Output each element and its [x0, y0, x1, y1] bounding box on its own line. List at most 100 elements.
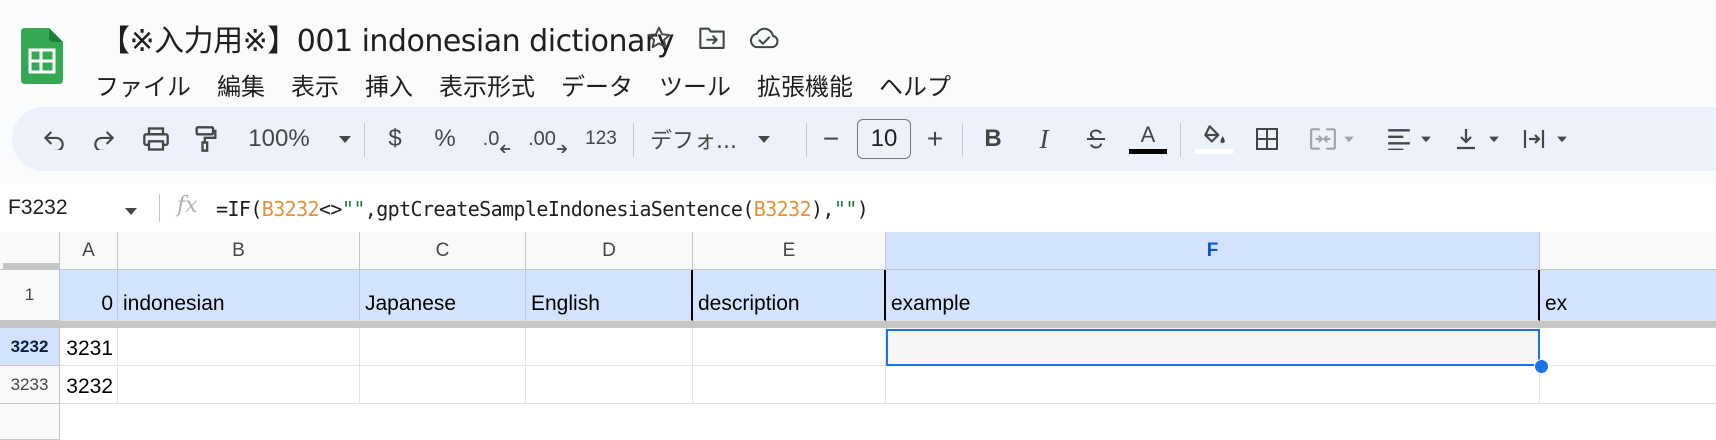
- decrease-font-size-button[interactable]: −: [816, 107, 846, 171]
- column-header-b[interactable]: B: [118, 232, 360, 270]
- undo-icon[interactable]: [38, 107, 70, 171]
- percent-label: %: [434, 125, 456, 152]
- formula-divider: [159, 194, 160, 222]
- cell-b3233[interactable]: [118, 366, 360, 404]
- fill-color-icon[interactable]: [1194, 107, 1234, 171]
- cell-e3233[interactable]: [693, 366, 886, 404]
- column-header-a[interactable]: A: [60, 232, 118, 270]
- cell-d1[interactable]: English: [526, 270, 693, 321]
- chevron-down-icon: [757, 136, 770, 143]
- cell-g3232[interactable]: [1540, 328, 1716, 366]
- column-header-c[interactable]: C: [360, 232, 526, 270]
- increase-decimal-button[interactable]: .00: [528, 107, 568, 171]
- select-all-corner[interactable]: [0, 232, 60, 270]
- menu-bar: ファイル 編集 表示 挿入 表示形式 データ ツール 拡張機能 ヘルプ: [82, 64, 964, 104]
- sheets-logo-icon[interactable]: [21, 28, 63, 84]
- chevron-down-icon: [338, 136, 351, 143]
- text-wrapping-icon[interactable]: [1515, 107, 1575, 171]
- borders-icon[interactable]: [1251, 107, 1283, 171]
- cell-d3233[interactable]: [526, 366, 693, 404]
- menu-tools[interactable]: ツール: [646, 67, 744, 102]
- currency-label: $: [388, 125, 402, 152]
- formula-part: ),: [810, 197, 834, 221]
- cloud-saved-icon[interactable]: [748, 22, 780, 54]
- cell-a3233[interactable]: 3232: [60, 366, 118, 404]
- cell-g3233[interactable]: [1540, 366, 1716, 404]
- cell-f3233[interactable]: [886, 366, 1540, 404]
- text-color-swatch: [1129, 149, 1167, 154]
- cell-a3232[interactable]: 3231: [60, 328, 118, 366]
- font-family-value: デフォ...: [650, 129, 737, 154]
- formula-part: =IF(: [216, 197, 262, 221]
- print-icon[interactable]: [139, 107, 173, 171]
- menu-help[interactable]: ヘルプ: [866, 67, 964, 102]
- zoom-value: 100%: [248, 125, 310, 152]
- menu-edit[interactable]: 編集: [204, 67, 278, 102]
- star-icon[interactable]: [643, 22, 675, 54]
- toolbar-divider: [1180, 123, 1181, 157]
- name-box[interactable]: F3232: [8, 196, 68, 220]
- more-formats-button[interactable]: 123: [580, 107, 622, 171]
- column-header-g[interactable]: [1540, 232, 1716, 270]
- cell-b1[interactable]: indonesian: [118, 270, 360, 321]
- column-header-e[interactable]: E: [693, 232, 886, 270]
- formula-string: "": [341, 197, 365, 221]
- menu-format[interactable]: 表示形式: [426, 67, 548, 102]
- row-header-1[interactable]: 1: [0, 270, 60, 321]
- cell-b3232[interactable]: [118, 328, 360, 366]
- paint-format-icon[interactable]: [190, 107, 222, 171]
- document-title[interactable]: 【※入力用※】001 indonesian dictionary: [100, 16, 675, 60]
- cell-e3232[interactable]: [693, 328, 886, 366]
- row-header-3233[interactable]: 3233: [0, 366, 60, 404]
- text-color-button[interactable]: A: [1128, 107, 1168, 171]
- percent-format-button[interactable]: %: [428, 107, 462, 171]
- italic-button[interactable]: I: [1029, 107, 1059, 171]
- strikethrough-icon[interactable]: [1081, 107, 1111, 171]
- chevron-down-icon[interactable]: [124, 203, 138, 221]
- increase-font-size-button[interactable]: +: [920, 107, 950, 171]
- cell-c3233[interactable]: [360, 366, 526, 404]
- cell-f1[interactable]: example: [886, 270, 1540, 321]
- cell-a1[interactable]: 0: [60, 270, 118, 321]
- redo-icon[interactable]: [88, 107, 120, 171]
- toolbar-divider: [364, 123, 365, 157]
- frozen-rows-divider[interactable]: [0, 321, 1716, 328]
- menu-file[interactable]: ファイル: [82, 67, 204, 102]
- cell-c1[interactable]: Japanese: [360, 270, 526, 321]
- font-family-select[interactable]: デフォ...: [650, 107, 790, 171]
- increase-decimal-label: .00: [528, 127, 556, 150]
- move-folder-icon[interactable]: [696, 22, 728, 54]
- cell-c3232[interactable]: [360, 328, 526, 366]
- formula-part: ): [856, 197, 869, 221]
- vertical-align-icon[interactable]: [1447, 107, 1507, 171]
- currency-format-button[interactable]: $: [380, 107, 410, 171]
- formula-cell-ref: B3232: [753, 197, 812, 221]
- font-size-input[interactable]: 10: [857, 119, 911, 159]
- fx-icon: fx: [177, 193, 198, 218]
- row-header-3232[interactable]: 3232: [0, 328, 60, 366]
- minus-label: −: [822, 123, 840, 154]
- menu-insert[interactable]: 挿入: [352, 67, 426, 102]
- menu-data[interactable]: データ: [548, 67, 646, 102]
- horizontal-align-icon[interactable]: [1378, 107, 1440, 171]
- cell-d3232[interactable]: [526, 328, 693, 366]
- column-header-f[interactable]: F: [886, 232, 1540, 270]
- more-formats-label: 123: [585, 128, 617, 149]
- plus-label: +: [926, 123, 944, 154]
- formula-part: <>: [318, 197, 342, 221]
- decrease-decimal-label: .0: [482, 127, 500, 150]
- menu-extensions[interactable]: 拡張機能: [744, 67, 866, 102]
- decrease-decimal-button[interactable]: .0: [477, 107, 517, 171]
- zoom-select[interactable]: 100%: [240, 107, 360, 171]
- fill-handle[interactable]: [1534, 359, 1549, 374]
- frozen-row-handle[interactable]: [3, 263, 59, 269]
- bold-button[interactable]: B: [978, 107, 1008, 171]
- column-header-d[interactable]: D: [526, 232, 693, 270]
- row-header-3234[interactable]: [0, 404, 60, 440]
- formula-input[interactable]: =IF(B3232<>"",gptCreateSampleIndonesiaSe…: [216, 197, 869, 221]
- cell-e1[interactable]: description: [693, 270, 886, 321]
- menu-view[interactable]: 表示: [278, 67, 352, 102]
- formula-string: "": [833, 197, 857, 221]
- merge-cells-icon[interactable]: [1302, 107, 1362, 171]
- cell-g1[interactable]: ex: [1540, 270, 1716, 321]
